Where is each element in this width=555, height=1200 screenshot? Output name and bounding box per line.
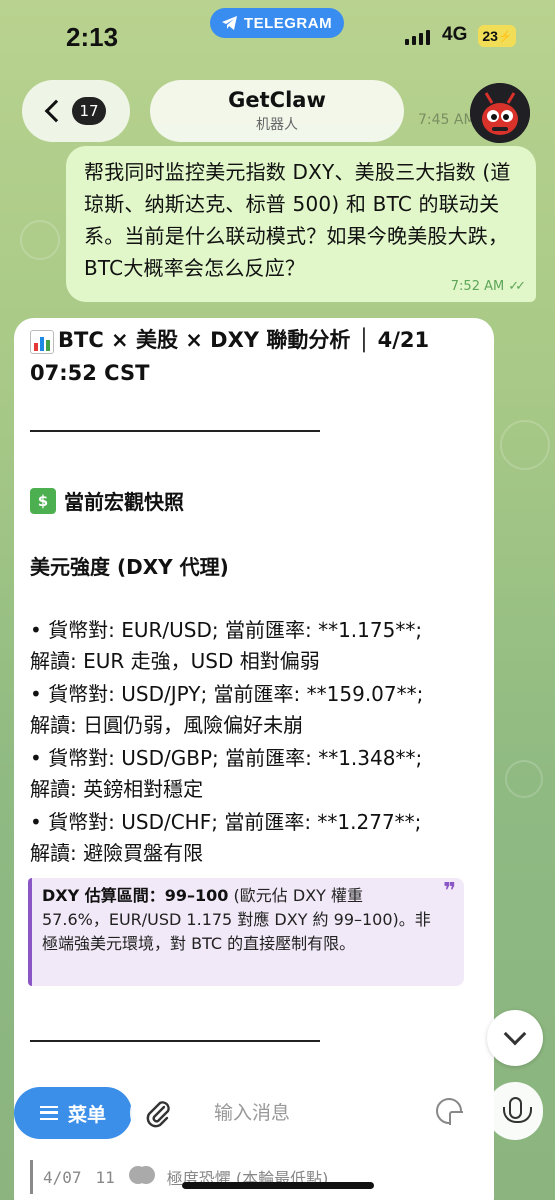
paperclip-icon <box>146 1101 170 1128</box>
chart-emoji-icon <box>30 330 54 354</box>
peek-date: 4/07 <box>43 1167 82 1187</box>
quote-icon: ❞ <box>443 879 456 904</box>
read-checks-icon: ✓✓ <box>508 279 526 294</box>
interpretation-line: 解讀: EUR 走強，USD 相對偏弱 <box>30 649 320 673</box>
telegram-pill[interactable]: TELEGRAM <box>210 8 344 38</box>
dxy-quote-block[interactable]: ❞ DXY 估算區間：99–100 (歐元佔 DXY 權重 57.6%，EUR/… <box>28 878 464 986</box>
microphone-icon <box>502 1097 532 1123</box>
clock: 2:13 <box>66 22 119 52</box>
menu-label: 菜单 <box>67 1103 106 1126</box>
telegram-icon <box>221 16 237 30</box>
unread-count-badge: 17 <box>72 97 106 125</box>
bot-avatar[interactable] <box>470 83 530 143</box>
scrolled-message-time: 7:45 AM <box>418 112 476 128</box>
battery-indicator: 23 ⚡ <box>478 25 516 47</box>
bot-avatar-art <box>470 83 530 143</box>
divider <box>30 430 320 432</box>
incoming-message[interactable]: BTC × 美股 × DXY 聯動分析 │ 4/21 07:52 CST $ 當… <box>14 318 494 1200</box>
analysis-title: BTC × 美股 × DXY 聯動分析 │ 4/21 07:52 CST <box>30 324 480 390</box>
section-macro-heading: $ 當前宏觀快照 <box>30 486 184 515</box>
network-type: 4G <box>442 24 468 45</box>
message-input-placeholder: 输入消息 <box>214 1101 291 1124</box>
message-time: 7:52 AM <box>450 279 505 294</box>
microphone-button[interactable] <box>487 1082 543 1140</box>
interpretation-line: 解讀: 日圓仍弱，風險偏好未崩 <box>30 713 304 737</box>
home-indicator[interactable] <box>182 1182 374 1189</box>
section-macro-label: 當前宏觀快照 <box>64 490 184 514</box>
sticker-icon[interactable] <box>436 1098 463 1125</box>
interpretation-line: 解讀: 避險買盤有限 <box>30 841 204 865</box>
back-chevron-icon <box>44 99 68 123</box>
quote-bold-text: DXY 估算區間：99–100 <box>42 886 229 905</box>
background-doodle <box>500 420 550 470</box>
chat-name: GetClaw <box>228 88 326 112</box>
menu-button[interactable]: 菜单 <box>14 1087 132 1139</box>
message-input[interactable]: 输入消息 <box>196 1082 486 1140</box>
currency-exchange-emoji-icon: $ <box>30 487 56 514</box>
interpretation-line: 解讀: 英鎊相對穩定 <box>30 777 204 801</box>
background-doodle <box>20 220 60 260</box>
hamburger-icon <box>39 1106 58 1120</box>
outgoing-message[interactable]: 帮我同时监控美元指数 DXY、美股三大指数 (道琼斯、纳斯达克、标普 500) … <box>66 146 536 302</box>
chat-subtitle: 机器人 <box>256 117 298 133</box>
rate-line: • 貨幣對: USD/GBP; 當前匯率: **1.348**; <box>30 746 423 770</box>
chat-title[interactable]: GetClaw 机器人 <box>150 80 404 142</box>
rate-line: • 貨幣對: EUR/USD; 當前匯率: **1.175**; <box>30 618 423 642</box>
signal-icon <box>405 30 430 45</box>
status-bar: 2:13 TELEGRAM 4G 23 ⚡ <box>0 0 555 70</box>
background-doodle <box>505 760 543 798</box>
attach-button[interactable] <box>130 1087 186 1139</box>
telegram-label: TELEGRAM <box>243 14 333 32</box>
battery-level: 23 <box>482 28 498 44</box>
divider <box>30 1040 320 1042</box>
scroll-down-button[interactable] <box>487 1010 543 1066</box>
message-meta: 7:52 AM ✓✓ <box>450 279 526 294</box>
charging-icon: ⚡ <box>497 30 512 43</box>
dxy-heading: 美元強度 (DXY 代理) <box>30 555 229 579</box>
back-button[interactable]: 17 <box>22 80 130 142</box>
chevron-down-icon <box>503 1022 527 1046</box>
rate-line: • 貨幣對: USD/JPY; 當前匯率: **159.07**; <box>30 682 424 706</box>
analysis-title-text: BTC × 美股 × DXY 聯動分析 │ 4/21 07:52 CST <box>30 328 430 385</box>
fear-emoji-icon <box>128 1166 155 1188</box>
peek-value: 11 <box>95 1167 115 1187</box>
rate-line: • 貨幣對: USD/CHF; 當前匯率: **1.277**; <box>30 810 422 834</box>
outgoing-message-text: 帮我同时监控美元指数 DXY、美股三大指数 (道琼斯、纳斯达克、标普 500) … <box>84 160 511 280</box>
